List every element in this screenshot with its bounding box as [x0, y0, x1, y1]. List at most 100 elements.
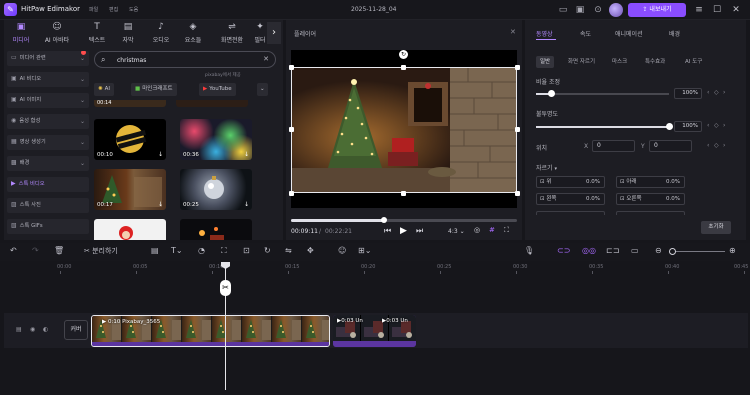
- thumbnail-santa[interactable]: [94, 219, 166, 240]
- tab-media[interactable]: ▣ 미디어: [4, 21, 38, 47]
- keyframe-add-icon[interactable]: ◇: [714, 89, 719, 96]
- play-icon[interactable]: ▶: [400, 226, 407, 236]
- thumbnail-ornament[interactable]: 00:25 ↓: [180, 169, 252, 210]
- reset-button[interactable]: 초기화: [701, 221, 731, 234]
- more-tools-icon[interactable]: ⊞⌄: [358, 246, 371, 255]
- zoom-slider[interactable]: [676, 251, 725, 252]
- close-icon[interactable]: ✕: [510, 28, 516, 36]
- grid-icon[interactable]: #: [489, 226, 495, 234]
- tab-video[interactable]: 동영상: [536, 29, 553, 38]
- transform-icon[interactable]: ✥: [307, 246, 314, 255]
- tab-animation[interactable]: 애니메이션: [615, 29, 643, 38]
- snap-icon[interactable]: ⊏⊐: [606, 246, 619, 255]
- track-lock-icon[interactable]: ▤: [16, 326, 22, 333]
- keyframe-prev-icon[interactable]: ‹: [707, 122, 709, 129]
- keyframe-prev-icon[interactable]: ‹: [707, 89, 709, 96]
- rotate-icon[interactable]: ↻: [264, 246, 271, 255]
- subtab-mask[interactable]: 마스크: [608, 56, 631, 68]
- keyframe-add-icon[interactable]: ◇: [714, 122, 719, 129]
- menu-edit[interactable]: 편집: [109, 6, 118, 13]
- thumbnail-fireplace[interactable]: 00:17 ↓: [94, 169, 166, 210]
- thumbnail-partial[interactable]: 00:14: [94, 100, 166, 107]
- sidebar-item-ai-video[interactable]: ▣ AI 비디오 ⌄: [7, 72, 89, 87]
- slider-knob[interactable]: [548, 90, 556, 97]
- resize-handle[interactable]: [515, 65, 520, 70]
- sidebar-item-stock-photo[interactable]: ▨ 스톡 사진: [7, 198, 89, 213]
- export-button[interactable]: ⇪ 내보내기: [628, 3, 686, 17]
- text-tool-icon[interactable]: T⌄: [171, 246, 183, 255]
- download-icon[interactable]: ↓: [244, 201, 249, 208]
- split-button[interactable]: ✂ 분리하기: [84, 246, 118, 256]
- crop-bottom-field[interactable]: ⊡ 아래 0.0%: [616, 176, 685, 188]
- close-icon[interactable]: ✕: [730, 4, 742, 16]
- fullscreen-icon[interactable]: ⛶: [504, 226, 509, 235]
- playback-scrubber[interactable]: [291, 217, 517, 223]
- tab-text[interactable]: T 텍스트: [80, 21, 114, 47]
- subtab-general[interactable]: 일반: [536, 56, 555, 68]
- tab-transitions[interactable]: ⇌ 화면전환: [212, 21, 252, 47]
- clear-icon[interactable]: ✕: [263, 55, 269, 63]
- position-y-field[interactable]: 0: [649, 140, 692, 152]
- menu-icon[interactable]: ≡: [693, 4, 705, 16]
- user-avatar[interactable]: [609, 3, 623, 17]
- thumbnail-candles[interactable]: [180, 219, 252, 240]
- sidebar-item-voice-synthesis[interactable]: ◉ 음성 합성 ⌄: [7, 114, 89, 129]
- ai-face-icon[interactable]: ☺: [338, 246, 346, 255]
- resize-handle[interactable]: [401, 65, 406, 70]
- position-x-field[interactable]: 0: [592, 140, 635, 152]
- previous-frame-icon[interactable]: ⏮: [384, 226, 391, 236]
- crop-section-toggle[interactable]: 자르기 ▾: [536, 163, 557, 172]
- rotate-handle-icon[interactable]: ↻: [399, 50, 408, 59]
- timeline-clip[interactable]: ▶ 0:10 Pixabay_3565: [91, 315, 330, 347]
- search-input[interactable]: [117, 54, 257, 66]
- split-at-playhead-icon[interactable]: ✂: [220, 280, 231, 296]
- timeline-clip[interactable]: ▶0:03 Un ▶0:03 Un: [333, 315, 416, 347]
- redo-icon[interactable]: ↷: [32, 246, 39, 255]
- tab-ai-avatar[interactable]: ☺ AI 아바타: [40, 21, 74, 47]
- track-visibility-icon[interactable]: ◉: [30, 326, 35, 333]
- resize-handle[interactable]: [289, 127, 294, 132]
- resize-handle[interactable]: [289, 191, 294, 196]
- resize-handle[interactable]: [401, 191, 406, 196]
- magnet-icon[interactable]: ◎◎: [582, 246, 596, 255]
- download-icon[interactable]: ↓: [158, 201, 163, 208]
- crop-right-field[interactable]: ⊡ 오른쪽 0.0%: [616, 193, 685, 205]
- zoom-out-icon[interactable]: ⊖: [655, 246, 662, 255]
- slider-knob[interactable]: [665, 123, 673, 130]
- search-box[interactable]: ⌕ ✕: [94, 51, 276, 68]
- keyframe-prev-icon[interactable]: ‹: [707, 142, 709, 149]
- chips-more-button[interactable]: ⌄: [257, 83, 268, 96]
- subtab-ai-tools[interactable]: AI 도구: [681, 56, 706, 68]
- freeze-frame-icon[interactable]: ⊡: [243, 246, 250, 255]
- chip-ai[interactable]: ✺ AI: [94, 83, 114, 96]
- scrubber-knob[interactable]: [380, 217, 387, 223]
- keyframe-next-icon[interactable]: ›: [723, 89, 725, 96]
- opacity-value[interactable]: 100%: [674, 121, 702, 132]
- track-audio-icon[interactable]: ◐: [43, 326, 48, 333]
- thumbnail-bokeh[interactable]: 00:36 ↓: [180, 119, 252, 160]
- aspect-ratio-select[interactable]: 4:3 ⌄: [448, 228, 465, 235]
- thumbnail-black-friday[interactable]: 00:10 ↓: [94, 119, 166, 160]
- crop-icon[interactable]: ⛶: [221, 246, 227, 256]
- subtab-crop[interactable]: 화면 자르기: [564, 56, 599, 68]
- sidebar-item-media-related[interactable]: ▭ 미디어 관련 ⌄: [7, 51, 89, 66]
- tab-speed[interactable]: 속도: [580, 29, 591, 38]
- scale-slider[interactable]: [536, 90, 669, 97]
- chip-minecraft[interactable]: ■ 마인크래프트: [131, 83, 177, 96]
- crop-top-field[interactable]: ⊡ 위 0.0%: [536, 176, 605, 188]
- tab-background[interactable]: 배경: [669, 29, 680, 38]
- sidebar-item-background[interactable]: ▩ 배경 ⌄: [7, 156, 89, 171]
- resize-handle[interactable]: [515, 191, 520, 196]
- maximize-icon[interactable]: ☐: [711, 4, 723, 16]
- download-icon[interactable]: ↓: [158, 151, 163, 158]
- tab-audio[interactable]: ♪ 오디오: [144, 21, 178, 47]
- next-frame-icon[interactable]: ⏭: [416, 226, 423, 236]
- delete-icon[interactable]: 🗑: [54, 246, 64, 255]
- opacity-slider[interactable]: [536, 123, 673, 130]
- subtitle-icon[interactable]: ▤: [151, 246, 159, 255]
- timeline-ruler[interactable]: [60, 261, 750, 273]
- zoom-in-icon[interactable]: ⊕: [729, 246, 736, 255]
- keyframe-add-icon[interactable]: ◇: [714, 142, 719, 149]
- zoom-slider-knob[interactable]: [669, 248, 676, 255]
- mirror-icon[interactable]: ⇋: [285, 246, 292, 255]
